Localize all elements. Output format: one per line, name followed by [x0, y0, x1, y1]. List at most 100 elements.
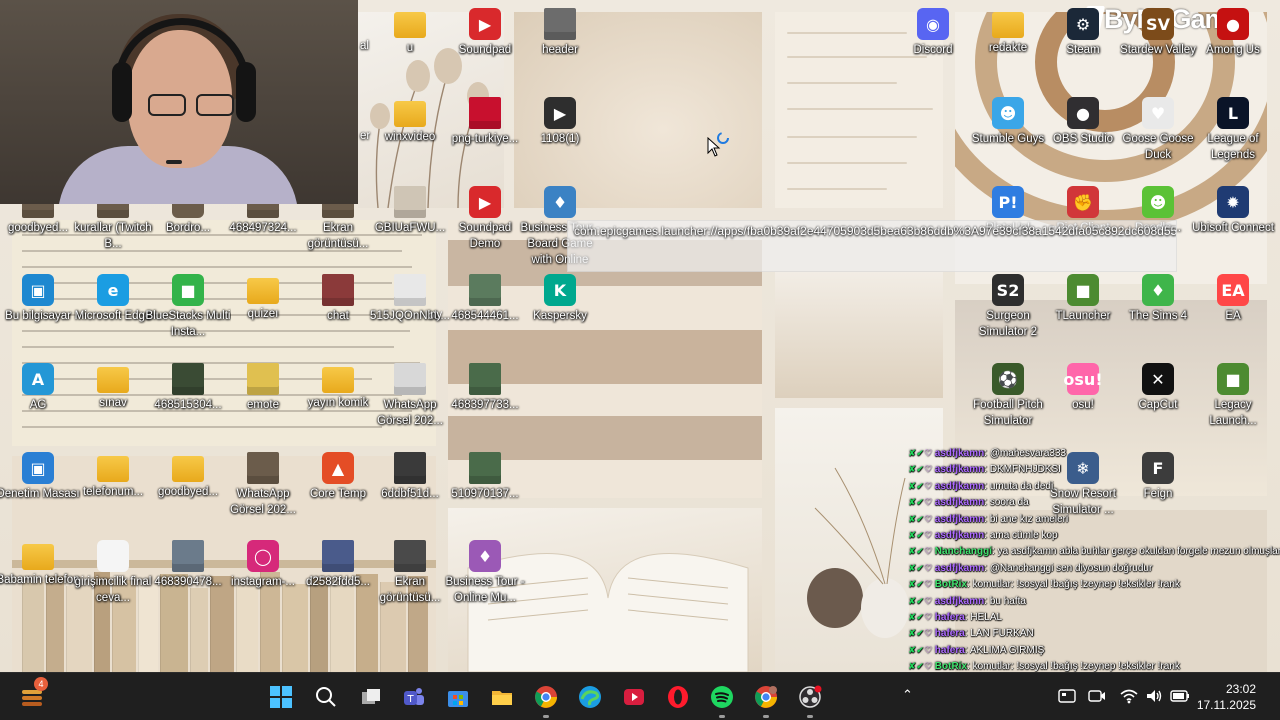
desktop-icon[interactable]: ▶ Soundpad Demo	[442, 186, 528, 252]
desktop-icon[interactable]: u	[367, 8, 453, 56]
chat-message: ✘✔♡ hafera: LAN FURKAN	[908, 625, 1280, 641]
desktop-icon[interactable]: png-turkiye...	[442, 97, 528, 147]
opera-button[interactable]	[662, 681, 694, 713]
spotify-button[interactable]	[706, 681, 738, 718]
desktop-icon-label: Business Tour - Online Mu...	[445, 576, 525, 604]
tray-camera-icon[interactable]	[1088, 689, 1106, 703]
desktop-icon[interactable]: ■ TLauncher	[1040, 274, 1126, 324]
desktop-icon[interactable]: redakte	[965, 8, 1051, 56]
wifi-icon[interactable]	[1120, 688, 1138, 704]
moderator-badge-icon: ✘	[908, 497, 916, 508]
desktop-icon[interactable]: 6ddbf51d...	[367, 452, 453, 502]
chat-username: asdfjkamn	[934, 529, 985, 541]
desktop-icon[interactable]: ▣ Bu bilgisayar	[0, 274, 81, 324]
desktop-icon[interactable]: GBIUaFWU...	[367, 186, 453, 236]
store-button[interactable]	[442, 681, 474, 713]
image-file-icon	[394, 274, 426, 306]
folder-icon	[322, 367, 354, 393]
chat-username: asdfjkamn	[934, 595, 985, 607]
edge-button[interactable]	[574, 681, 606, 713]
desktop-icon[interactable]: winxvideo	[367, 97, 453, 145]
desktop-icon[interactable]: ⚙ Steam	[1040, 8, 1126, 58]
desktop-icon[interactable]: 468390478...	[145, 540, 231, 590]
desktop-icon[interactable]: ♦ The Sims 4	[1115, 274, 1201, 324]
desktop-icon[interactable]: SV Stardew Valley	[1115, 8, 1201, 58]
desktop-icon[interactable]: ◉ Discord	[890, 8, 976, 58]
desktop-icon[interactable]: ▣ Denetim Masası	[0, 452, 81, 502]
desktop-icon[interactable]: telefonum...	[70, 452, 156, 500]
task-view-button[interactable]	[355, 681, 387, 713]
widgets-button[interactable]: 4	[16, 677, 48, 713]
desktop-icon[interactable]: ▶ Soundpad	[442, 8, 528, 58]
teams-button[interactable]: T	[398, 681, 430, 713]
obs-button[interactable]	[794, 681, 826, 718]
chrome-profile-button[interactable]	[750, 681, 782, 718]
desktop-icon-label: u	[406, 42, 414, 54]
desktop-icon-label: GBIUaFWU...	[374, 222, 446, 234]
desktop-icon[interactable]: ● Among Us	[1190, 8, 1276, 58]
desktop-icon[interactable]: ✹ Ubisoft Connect	[1190, 186, 1276, 236]
image-file-icon	[469, 274, 501, 306]
obs-studio-icon	[799, 685, 822, 708]
chat-message: ✘✔♡ asdfjkamn: bu hafta	[908, 593, 1280, 609]
tray-overflow-chevron-icon[interactable]: ⌃	[902, 687, 913, 703]
desktop-icon[interactable]: goodbyed...	[145, 452, 231, 500]
desktop-icon[interactable]: sınav	[70, 363, 156, 411]
desktop-icon[interactable]: L League of Legends	[1190, 97, 1276, 163]
desktop-icon-label: The Sims 4	[1128, 310, 1188, 322]
chat-message: ✘✔♡ asdfjkamn: ama cümle kop	[908, 527, 1280, 543]
volume-icon[interactable]	[1145, 688, 1163, 704]
desktop-icon[interactable]: osu! osu!	[1040, 363, 1126, 413]
desktop-icon[interactable]: ▶ 1108(1)	[517, 97, 603, 147]
chat-text: komutlar: !sosyal !bağış !zeynep !eksikl…	[972, 579, 1180, 591]
desktop-icon[interactable]: S2 Surgeon Simulator 2	[965, 274, 1051, 340]
desktop-icon[interactable]: ■ BlueStacks Multi Insta...	[145, 274, 231, 340]
plateup-icon: P!	[992, 186, 1024, 218]
desktop-icon-label: png-turkiye...	[451, 133, 519, 145]
chrome-button[interactable]	[530, 681, 562, 718]
search-button[interactable]	[310, 681, 342, 713]
desktop-icon[interactable]: ♦ Business Tour - Online Mu...	[442, 540, 528, 606]
desktop-icon[interactable]: ⚽ Football Pitch Simulator	[965, 363, 1051, 429]
desktop-icon[interactable]: girişimcilik final ceva...	[70, 540, 156, 606]
desktop-icon[interactable]: K Kaspersky	[517, 274, 603, 324]
battery-icon[interactable]	[1170, 689, 1190, 703]
moderator-badge-icon: ✘	[908, 595, 916, 606]
start-button[interactable]	[265, 681, 297, 713]
desktop-icon[interactable]: WhatsApp Görsel 202...	[367, 363, 453, 429]
steam-icon: ⚙	[1067, 8, 1099, 40]
desktop-icon[interactable]: emote	[220, 363, 306, 413]
desktop-icon[interactable]: 468397733...	[442, 363, 528, 413]
desktop-icon[interactable]: 510970137...	[442, 452, 528, 502]
folder-icon	[97, 456, 129, 482]
moderator-badge-icon: ✘	[908, 513, 916, 524]
doodle-icon: ☻	[1142, 186, 1174, 218]
desktop-icon-label: 468515304...	[154, 399, 222, 411]
desktop-icon[interactable]: 468515304...	[145, 363, 231, 413]
desktop-icon[interactable]: ♥ Goose Goose Duck	[1115, 97, 1201, 163]
desktop-icon-label: 468390478...	[154, 576, 222, 588]
chat-username: hafera	[934, 628, 965, 640]
desktop-icon[interactable]: ✕ CapCut	[1115, 363, 1201, 413]
desktop-icon-label: 1108(1)	[540, 133, 580, 145]
desktop-icon[interactable]: ☻ Stumble Guys	[965, 97, 1051, 147]
system-clock[interactable]: 23:02 17.11.2025	[1197, 681, 1256, 713]
verified-badge-icon: ✔	[916, 546, 924, 557]
desktop-icon[interactable]: header	[517, 8, 603, 58]
desktop-icon[interactable]: e Microsoft Edge	[70, 274, 156, 324]
desktop-icon[interactable]: 468544461...	[442, 274, 528, 324]
desktop-icon[interactable]: EA EA	[1190, 274, 1276, 324]
desktop-icon[interactable]: ◯ instagram-...	[220, 540, 306, 590]
desktop-icon[interactable]: A AG	[0, 363, 81, 413]
media-player-button[interactable]	[618, 681, 650, 713]
desktop-icon[interactable]: WhatsApp Görsel 202...	[220, 452, 306, 518]
tray-app-icon[interactable]	[1058, 689, 1076, 703]
moderator-badge-icon: ✘	[908, 611, 916, 622]
desktop-icon[interactable]: ● OBS Studio	[1040, 97, 1126, 147]
desktop-icon[interactable]: ■ Legacy Launch...	[1190, 363, 1276, 429]
desktop-icon[interactable]: Babamin telefon	[0, 540, 81, 588]
moderator-badge-icon: ✘	[908, 562, 916, 573]
desktop-icon[interactable]: quizeı	[220, 274, 306, 322]
desktop-icon[interactable]: Ekran görüntüsü...	[367, 540, 453, 606]
explorer-button[interactable]	[486, 681, 518, 713]
